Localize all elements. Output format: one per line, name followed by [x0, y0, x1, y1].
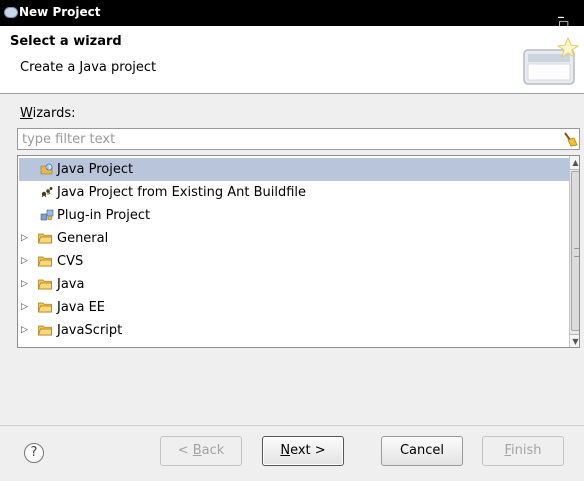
filter-field	[17, 128, 580, 150]
tree-item-java-ee[interactable]: ▷ Java EE	[19, 296, 569, 319]
scroll-up-icon[interactable]: ▲	[570, 156, 579, 170]
tree-item-label: JavaScript	[57, 323, 123, 338]
scroll-down-icon[interactable]: ▼	[570, 334, 579, 347]
next-button-text: ext >	[290, 443, 326, 458]
next-button[interactable]: Next >	[262, 436, 344, 466]
tree-item-general[interactable]: ▷ General	[19, 227, 569, 250]
expand-arrow-icon[interactable]: ▷	[21, 296, 31, 319]
header-description: Create a Java project	[20, 60, 157, 75]
next-button-mnemonic: N	[280, 443, 291, 458]
grip-icon	[574, 248, 579, 257]
folder-icon	[38, 256, 52, 267]
tree-item-plugin-project[interactable]: Plug-in Project	[19, 204, 569, 227]
svg-text:J: J	[46, 165, 48, 171]
tree-item-label: Java EE	[57, 300, 106, 315]
wizard-header: Select a wizard Create a Java project	[0, 26, 584, 94]
tree-item-label: General	[57, 231, 109, 246]
tree-item-label: Java Project	[57, 162, 134, 177]
tree-item-ant-project[interactable]: Java Project from Existing Ant Buildfile	[19, 181, 569, 204]
window-title: New Project	[19, 5, 101, 19]
help-button[interactable]: ?	[24, 443, 44, 463]
expand-arrow-icon[interactable]: ▷	[21, 250, 31, 273]
wizards-label: Wizards:	[20, 106, 76, 121]
expand-arrow-icon[interactable]: ▷	[21, 227, 31, 250]
java-project-icon: J	[40, 163, 53, 175]
folder-icon	[38, 302, 52, 313]
wizards-label-text: izards:	[32, 106, 76, 121]
filter-input[interactable]	[18, 129, 552, 149]
tree-item-label: Java Project from Existing Ant Buildfile	[57, 185, 307, 200]
scrollbar-thumb[interactable]	[571, 171, 579, 331]
back-button-mnemonic: B	[192, 443, 202, 458]
tree-item-label: CVS	[57, 254, 84, 269]
tree-item-label: Plug-in Project	[57, 208, 151, 223]
folder-icon	[38, 279, 52, 290]
finish-button-text: inish	[511, 443, 542, 458]
title-bar: New Project _ □ x	[0, 0, 584, 46]
app-icon	[4, 7, 18, 18]
broom-icon[interactable]	[562, 131, 578, 147]
expand-arrow-icon[interactable]: ▷	[21, 319, 31, 342]
folder-icon	[38, 325, 52, 336]
tree-item-cvs[interactable]: ▷ CVS	[19, 250, 569, 273]
new-wizard-icon	[523, 36, 580, 85]
button-bar-separator	[0, 425, 584, 426]
expand-arrow-icon[interactable]: ▷	[21, 273, 31, 296]
tree-item-java[interactable]: ▷ Java	[19, 273, 569, 296]
plugin-project-icon	[40, 209, 54, 221]
back-button-prefix: <	[177, 443, 193, 458]
finish-button[interactable]: Finish	[482, 436, 564, 466]
header-title: Select a wizard	[10, 34, 122, 49]
tree-item-java-project[interactable]: J Java Project	[19, 158, 569, 181]
tree-item-javascript[interactable]: ▷ JavaScript	[19, 319, 569, 342]
tree-item-label: Java	[57, 277, 85, 292]
vertical-scrollbar[interactable]: ▲ ▼	[569, 156, 579, 347]
wizard-tree[interactable]: J Java Project Java Project from Existin…	[17, 155, 580, 348]
folder-icon	[38, 233, 52, 244]
cancel-button[interactable]: Cancel	[381, 436, 463, 466]
ant-icon	[41, 187, 53, 198]
back-button[interactable]: < Back	[160, 436, 242, 466]
back-button-text: ack	[201, 443, 225, 458]
wizards-label-mnemonic: W	[20, 106, 33, 121]
